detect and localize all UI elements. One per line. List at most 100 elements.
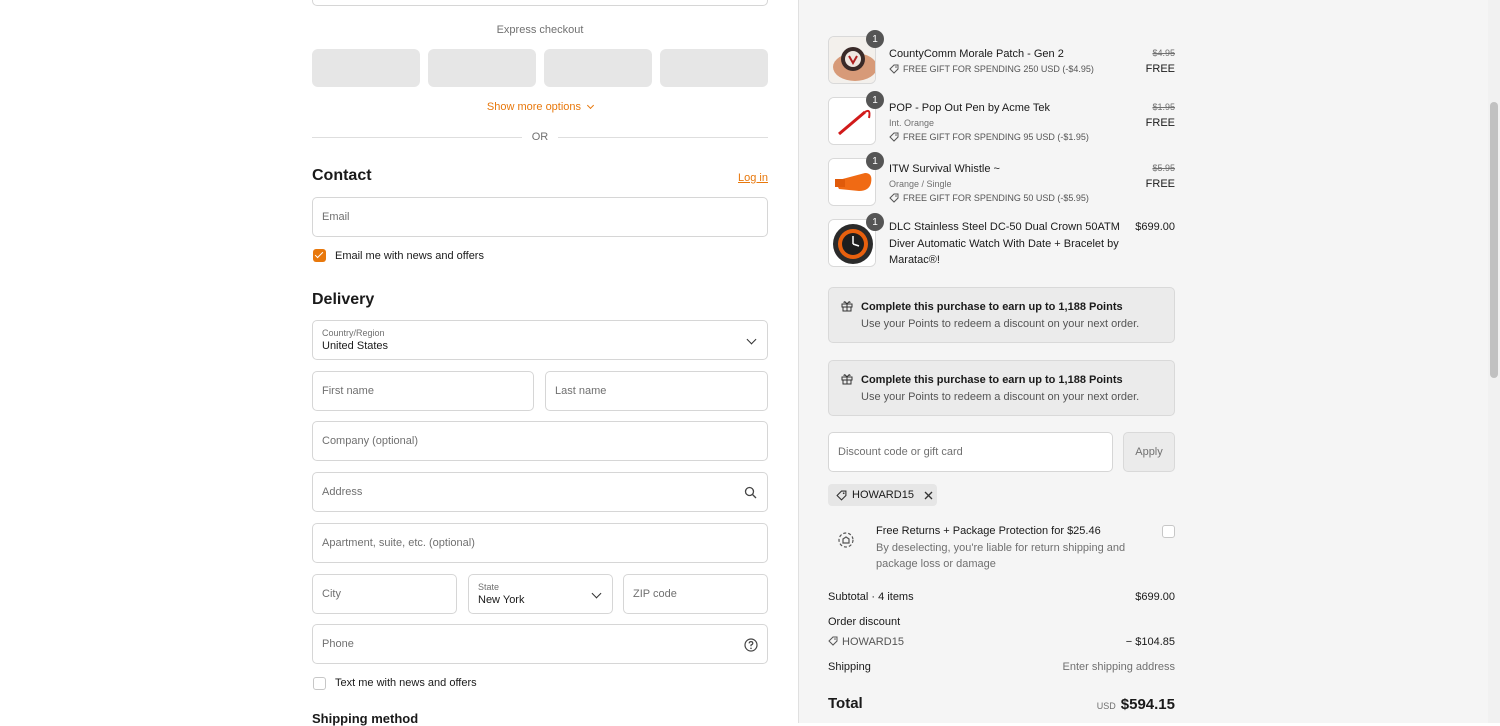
last-name-field[interactable]: Last name [545,371,768,411]
original-price: $5.95 [1152,163,1175,173]
quantity-badge: 1 [866,152,884,170]
quantity-badge: 1 [866,30,884,48]
tag-icon [889,64,899,74]
login-link[interactable]: Log in [720,172,768,184]
divider-left [312,137,522,138]
state-value: New York [478,593,525,606]
company-field[interactable]: Company (optional) [312,421,768,461]
protection-title: Free Returns + Package Protection for $2… [876,525,1101,537]
order-discount-row: Order discount [828,616,1175,628]
text-news-checkbox[interactable] [313,677,326,690]
original-price: $4.95 [1152,48,1175,58]
item-price: $699.00 [1135,221,1175,233]
city-field[interactable]: City [312,574,457,614]
currency-code: USD [1096,701,1116,711]
address-field[interactable]: Address [312,472,768,512]
phone-field[interactable]: Phone [312,624,768,664]
show-more-options-link[interactable]: Show more options [312,101,768,113]
points-subtitle: Use your Points to redeem a discount on … [861,318,1140,330]
points-title: Complete this purchase to earn up to 1,1… [861,301,1123,313]
tag-icon [889,193,899,203]
tag-icon [836,490,847,501]
item-name-line-3: Maratac®! [889,254,940,266]
apartment-placeholder: Apartment, suite, etc. (optional) [322,537,475,549]
gift-discount-line: FREE GIFT FOR SPENDING 95 USD (-$1.95) [889,132,1089,142]
protection-checkbox[interactable] [1162,525,1175,538]
zip-field[interactable]: ZIP code [623,574,768,614]
gift-discount-line: FREE GIFT FOR SPENDING 250 USD (-$4.95) [889,64,1094,74]
tag-icon [889,132,899,142]
gift-text: FREE GIFT FOR SPENDING 50 USD (-$5.95) [903,193,1089,203]
item-name: CountyComm Morale Patch - Gen 2 [889,48,1064,60]
search-icon [744,486,757,499]
country-select[interactable]: Country/Region United States [312,320,768,360]
quantity-badge: 1 [866,213,884,231]
address-placeholder: Address [322,486,363,498]
points-title: Complete this purchase to earn up to 1,1… [861,374,1123,386]
item-name-line-2: Diver Automatic Watch With Date + Bracel… [889,238,1119,250]
last-name-placeholder: Last name [555,385,607,397]
state-label: State [478,581,500,592]
express-pay-button-3[interactable] [544,49,652,87]
country-value: United States [322,339,389,352]
item-price: FREE [1145,63,1175,75]
help-icon[interactable] [744,638,758,652]
email-field[interactable]: Email [312,197,768,237]
close-icon[interactable] [924,491,933,500]
email-news-label: Email me with news and offers [335,250,484,262]
text-news-label: Text me with news and offers [335,677,477,689]
express-checkout-title: Express checkout [496,24,584,36]
discount-code-input[interactable]: Discount code or gift card [828,432,1113,472]
item-name: POP - Pop Out Pen by Acme Tek [889,102,1051,114]
points-banner: Complete this purchase to earn up to 1,1… [828,360,1175,416]
phone-placeholder: Phone [322,638,354,650]
country-label: Country/Region [322,327,385,338]
subtotal-value: $699.00 [1135,591,1175,603]
subtotal-row: Subtotal · 4 items $699.00 [828,591,1175,603]
total-label: Total [828,695,863,712]
email-news-checkbox[interactable] [313,249,326,262]
scrollbar-thumb[interactable] [1490,102,1498,378]
apply-button[interactable]: Apply [1123,432,1175,472]
original-price: $1.95 [1152,102,1175,112]
email-placeholder: Email [322,211,350,223]
state-select[interactable]: State New York [468,574,613,614]
divider-right [558,137,768,138]
discount-placeholder: Discount code or gift card [838,446,963,458]
express-pay-button-2[interactable] [428,49,536,87]
gift-icon [841,374,853,385]
points-banner: Complete this purchase to earn up to 1,1… [828,287,1175,343]
gift-discount-line: FREE GIFT FOR SPENDING 50 USD (-$5.95) [889,193,1089,203]
gift-icon [841,301,853,312]
applied-discount-chip: HOWARD15 [828,484,937,506]
first-name-field[interactable]: First name [312,371,534,411]
quantity-badge: 1 [866,91,884,109]
express-pay-button-4[interactable] [660,49,768,87]
apartment-field[interactable]: Apartment, suite, etc. (optional) [312,523,768,563]
shield-protection-icon [838,532,854,548]
summary-discount-code: HOWARD15 [842,636,904,648]
chevron-down-icon [587,101,595,110]
points-subtitle: Use your Points to redeem a discount on … [861,391,1140,403]
show-more-label: Show more options [486,101,582,113]
express-pay-button-1[interactable] [312,49,420,87]
zip-placeholder: ZIP code [633,588,677,600]
protection-desc-line-2: package loss or damage [876,558,996,570]
total-value-group: USD $594.15 [1097,696,1175,713]
shipping-method-heading: Shipping method [312,711,419,726]
or-separator: OR [531,131,549,143]
item-price: FREE [1145,117,1175,129]
item-price: FREE [1145,178,1175,190]
discount-code-row: HOWARD15 − $104.85 [828,636,1175,648]
discount-amount: − $104.85 [1125,636,1175,648]
item-variant: Orange / Single [889,179,952,189]
shipping-label: Shipping [828,661,871,673]
total-value: $594.15 [1120,696,1175,713]
protection-desc-line-1: By deselecting, you're liable for return… [876,542,1126,554]
item-name-line-1: DLC Stainless Steel DC-50 Dual Crown 50A… [889,221,1120,233]
item-variant: Int. Orange [889,118,935,128]
chevron-down-icon [591,588,602,599]
chevron-down-icon [746,334,757,345]
order-discount-label: Order discount [828,616,901,628]
shipping-value: Enter shipping address [1062,661,1175,673]
